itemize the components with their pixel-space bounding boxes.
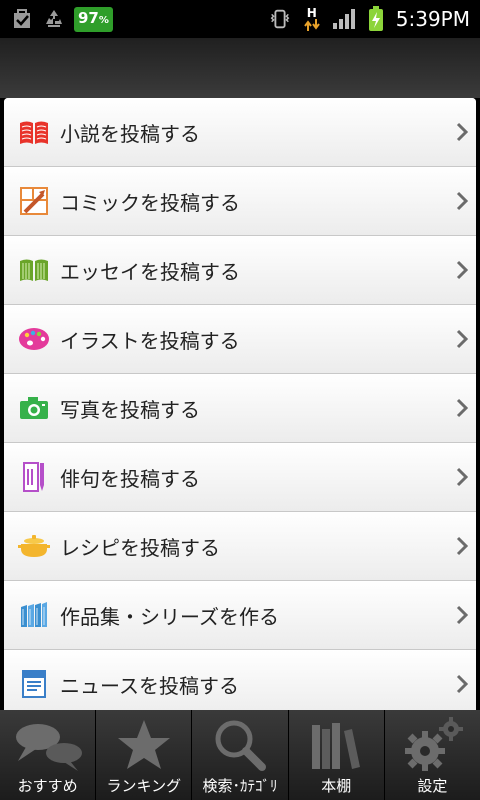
menu-item-series[interactable]: 作品集・シリーズを作る (4, 581, 476, 650)
menu-item-label: 俳句を投稿する (60, 466, 200, 491)
camera-icon (18, 392, 50, 424)
menu-item-label: コミックを投稿する (60, 190, 240, 215)
tab-label: 設定 (417, 777, 448, 795)
status-right: H 5:39PM (268, 6, 470, 32)
speech-bubbles-icon (0, 714, 95, 776)
status-left: 97% (10, 6, 113, 32)
tab-label: ランキング (106, 777, 182, 795)
menu-item-illustration[interactable]: イラストを投稿する (4, 305, 476, 374)
palette-icon (18, 323, 50, 355)
chevron-right-icon (456, 467, 468, 487)
menu-item-comic[interactable]: コミックを投稿する (4, 167, 476, 236)
chevron-right-icon (456, 122, 468, 142)
menu-item-label: レシピを投稿する (60, 535, 220, 560)
network-type-label: H (306, 6, 317, 20)
comic-icon (18, 185, 50, 217)
bottom-tab-bar: おすすめ ランキング 検索･ｶﾃｺﾞﾘ 本棚 設定 (0, 710, 480, 800)
tab-label: おすすめ (17, 777, 78, 795)
menu-item-photo[interactable]: 写真を投稿する (4, 374, 476, 443)
chevron-right-icon (456, 329, 468, 349)
menu-item-haiku[interactable]: 俳句を投稿する (4, 443, 476, 512)
menu-item-label: イラストを投稿する (60, 328, 240, 353)
post-menu-list: 小説を投稿する コミックを投稿する エッセイを投稿する イラストを投稿する 写真… (4, 98, 476, 710)
books-shelf-icon (18, 599, 50, 631)
battery-badge: 97% (74, 6, 113, 32)
tab-recommended[interactable]: おすすめ (0, 710, 97, 800)
magnifier-icon (192, 714, 287, 776)
status-clock: 5:39PM (395, 7, 470, 31)
essay-book-icon (18, 254, 50, 286)
cooking-pot-icon (18, 530, 50, 562)
news-icon (18, 668, 50, 700)
menu-item-label: エッセイを投稿する (60, 259, 240, 284)
chevron-right-icon (456, 536, 468, 556)
chevron-right-icon (456, 191, 468, 211)
signal-icon (332, 7, 356, 31)
chevron-right-icon (456, 674, 468, 694)
tab-label: 検索･ｶﾃｺﾞﾘ (202, 777, 278, 795)
tab-bookshelf[interactable]: 本棚 (288, 710, 385, 800)
data-arrows-icon: H (300, 7, 324, 31)
status-bar: 97% H 5:39PM (0, 0, 480, 38)
gear-icon (385, 714, 480, 776)
app-header (0, 38, 480, 98)
battery-charging-icon (364, 6, 388, 31)
haiku-brush-icon (18, 461, 50, 493)
menu-item-novel[interactable]: 小説を投稿する (4, 98, 476, 167)
book-icon (18, 116, 50, 148)
tab-label: 本棚 (321, 777, 352, 795)
bookshelf-icon (289, 714, 384, 776)
star-icon (96, 714, 191, 776)
recycle-icon (42, 7, 66, 31)
checkbox-bag-icon (10, 7, 34, 31)
battery-unit-text: % (98, 14, 109, 26)
tab-settings[interactable]: 設定 (384, 710, 480, 800)
chevron-right-icon (456, 260, 468, 280)
menu-item-news[interactable]: ニュースを投稿する (4, 650, 476, 710)
menu-item-label: 写真を投稿する (60, 397, 200, 422)
chevron-right-icon (456, 605, 468, 625)
menu-item-label: 小説を投稿する (60, 121, 200, 146)
menu-item-label: 作品集・シリーズを作る (60, 604, 279, 629)
menu-item-recipe[interactable]: レシピを投稿する (4, 512, 476, 581)
battery-percent-text: 97 (78, 8, 99, 27)
vibrate-icon (268, 7, 292, 31)
menu-item-essay[interactable]: エッセイを投稿する (4, 236, 476, 305)
tab-search-category[interactable]: 検索･ｶﾃｺﾞﾘ (192, 710, 289, 800)
tab-ranking[interactable]: ランキング (96, 710, 193, 800)
chevron-right-icon (456, 398, 468, 418)
menu-item-label: ニュースを投稿する (60, 673, 239, 698)
